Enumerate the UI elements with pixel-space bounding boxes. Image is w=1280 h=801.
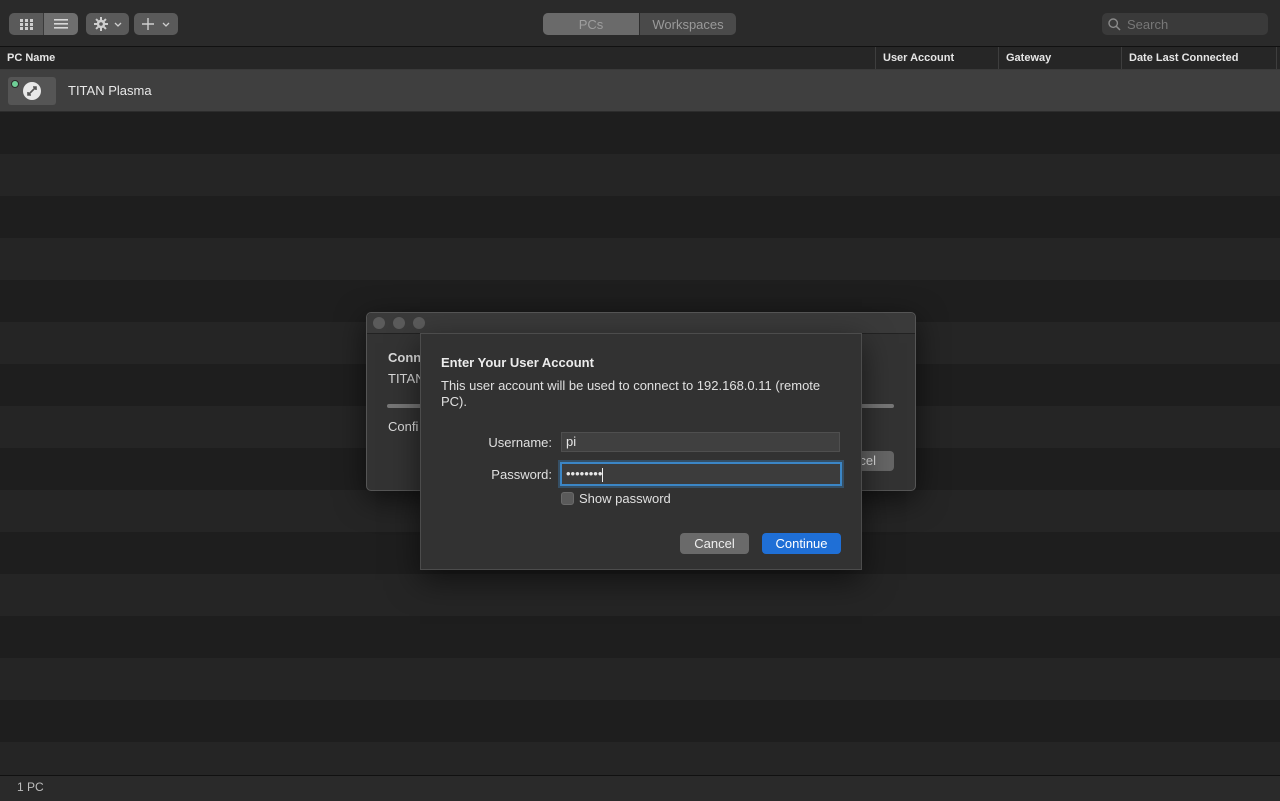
empty-row <box>0 154 1280 196</box>
pc-name: TITAN Plasma <box>68 83 152 98</box>
password-field[interactable]: •••••••• <box>560 462 842 486</box>
window-titlebar[interactable] <box>367 313 915 334</box>
tab-workspaces[interactable]: Workspaces <box>639 13 736 35</box>
grid-icon <box>19 18 33 30</box>
status-bar: 1 PC <box>0 775 1280 801</box>
username-label: Username: <box>488 435 552 450</box>
empty-row <box>0 658 1280 700</box>
text-caret <box>602 467 604 482</box>
table-header: PC Name User Account Gateway Date Last C… <box>0 47 1280 70</box>
plus-icon <box>142 18 154 30</box>
show-password-label[interactable]: Show password <box>579 491 671 506</box>
connecting-title: Conn <box>388 350 422 365</box>
empty-row <box>0 700 1280 742</box>
column-pc-name[interactable]: PC Name <box>0 47 55 69</box>
gear-icon <box>93 17 108 31</box>
column-divider <box>1276 47 1280 69</box>
credentials-sheet: Enter Your User Account This user accoun… <box>420 333 862 570</box>
chevron-down-icon <box>114 22 121 27</box>
cancel-button[interactable]: Cancel <box>680 533 749 554</box>
empty-row <box>0 616 1280 658</box>
remote-desktop-icon <box>23 82 41 100</box>
grid-view-button[interactable] <box>9 13 43 35</box>
toolbar: PCs Workspaces Search <box>0 0 1280 47</box>
username-field[interactable]: pi <box>561 432 840 452</box>
zoom-window-button[interactable] <box>413 317 425 329</box>
add-menu-button[interactable] <box>134 13 178 35</box>
connecting-status: Confi <box>388 419 419 434</box>
continue-button[interactable]: Continue <box>762 533 841 554</box>
view-mode-switcher <box>9 13 78 35</box>
list-icon <box>54 19 68 29</box>
column-gateway[interactable]: Gateway <box>998 47 1051 69</box>
empty-row <box>0 574 1280 616</box>
empty-row <box>0 238 1280 280</box>
search-input[interactable]: Search <box>1102 13 1268 35</box>
empty-row <box>0 112 1280 154</box>
empty-row <box>0 196 1280 238</box>
close-window-button[interactable] <box>373 317 385 329</box>
table-row[interactable]: TITAN Plasma <box>0 70 1280 112</box>
username-value: pi <box>566 434 577 449</box>
search-icon <box>1108 17 1121 31</box>
column-user-account[interactable]: User Account <box>875 47 954 69</box>
list-view-button[interactable] <box>43 13 78 35</box>
search-placeholder: Search <box>1127 16 1169 32</box>
password-label: Password: <box>491 467 552 482</box>
password-value: •••••••• <box>566 466 603 481</box>
tab-pcs[interactable]: PCs <box>543 13 639 35</box>
sheet-heading: Enter Your User Account <box>441 355 594 370</box>
sheet-description: This user account will be used to connec… <box>441 378 821 409</box>
tab-bar: PCs Workspaces <box>543 13 736 35</box>
show-password-checkbox[interactable] <box>561 492 574 505</box>
online-status-dot <box>11 80 19 88</box>
show-password-option[interactable]: Show password <box>561 491 671 506</box>
settings-menu-button[interactable] <box>86 13 129 35</box>
chevron-down-icon <box>162 22 170 27</box>
pc-count: 1 PC <box>17 780 44 794</box>
minimize-window-button[interactable] <box>393 317 405 329</box>
column-date-last-connected[interactable]: Date Last Connected <box>1121 47 1238 69</box>
